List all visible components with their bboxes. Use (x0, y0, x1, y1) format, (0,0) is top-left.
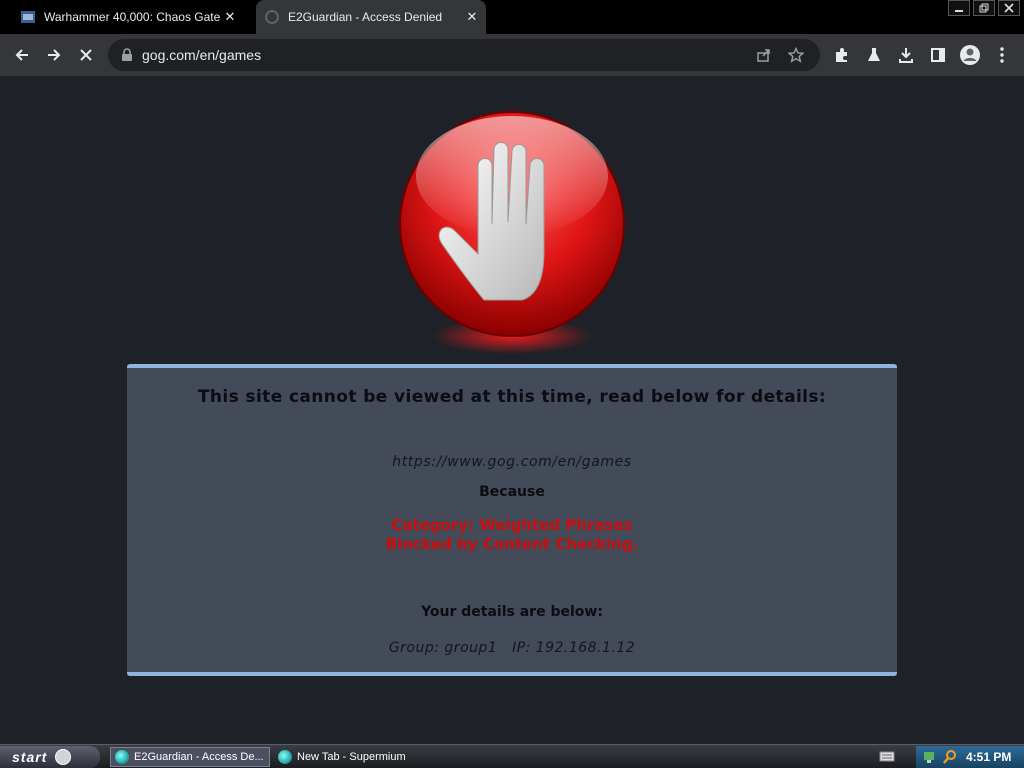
block-reason: Blocked by Content Checking. (385, 535, 639, 553)
keyboard-icon[interactable] (879, 748, 895, 764)
blocked-url: https://www.gog.com/en/games (392, 454, 632, 470)
start-orb-icon (55, 749, 72, 765)
lock-icon[interactable] (120, 48, 134, 62)
download-icon[interactable] (890, 39, 922, 71)
taskbar-item-label: New Tab - Supermium (297, 751, 406, 763)
tab-title: E2Guardian - Access Denied (288, 10, 443, 24)
game-favicon-icon (21, 11, 35, 23)
taskbar-item-new-tab[interactable]: New Tab - Supermium (274, 747, 434, 767)
ip-label: IP: (512, 640, 531, 656)
network-icon[interactable] (922, 749, 938, 765)
stop-hand-icon (399, 111, 625, 354)
stop-loading-icon[interactable] (70, 39, 102, 71)
start-button[interactable]: start (0, 746, 100, 768)
system-tray: 4:51 PM (916, 746, 1024, 768)
user-details: Group: group1 IP: 192.168.1.12 (127, 640, 897, 656)
taskbar-item-label: E2Guardian - Access De... (134, 751, 264, 763)
tab-warhammer[interactable]: Warhammer 40,000: Chaos Gate - D ✕ (12, 0, 244, 34)
browser-icon (278, 750, 292, 764)
back-arrow-icon[interactable] (6, 39, 38, 71)
loading-favicon-icon (265, 10, 279, 24)
side-panel-icon[interactable] (922, 39, 954, 71)
share-icon[interactable] (748, 39, 780, 71)
flask-icon[interactable] (858, 39, 890, 71)
group-label: Group: (388, 640, 440, 656)
group-value: group1 (444, 640, 498, 656)
block-category: Category: Weighted Phrases (391, 516, 633, 534)
profile-icon[interactable] (954, 39, 986, 71)
close-window-icon[interactable] (998, 0, 1020, 16)
star-icon[interactable] (780, 39, 812, 71)
tab-e2guardian[interactable]: E2Guardian - Access Denied ✕ (256, 0, 486, 34)
forward-arrow-icon[interactable] (38, 39, 70, 71)
access-denied-panel: This site cannot be viewed at this time,… (127, 364, 897, 676)
search-icon[interactable] (942, 749, 958, 765)
tab-close-icon[interactable]: ✕ (464, 9, 480, 25)
tab-title: Warhammer 40,000: Chaos Gate - D (44, 10, 222, 24)
puzzle-icon[interactable] (826, 39, 858, 71)
restore-icon[interactable] (973, 0, 995, 16)
because-label: Because (479, 484, 545, 500)
address-bar[interactable]: gog.com/en/games (108, 39, 820, 71)
taskbar-item-e2guardian[interactable]: E2Guardian - Access De... (110, 747, 270, 767)
page-title: This site cannot be viewed at this time,… (197, 387, 827, 407)
tab-strip: Warhammer 40,000: Chaos Gate - D ✕ E2Gua… (0, 0, 1024, 34)
browser-icon (115, 750, 129, 764)
clock: 4:51 PM (966, 750, 1012, 764)
kebab-menu-icon[interactable] (986, 39, 1018, 71)
url-text[interactable]: gog.com/en/games (142, 47, 261, 63)
window-controls (945, 0, 1020, 18)
minimize-icon[interactable] (948, 0, 970, 16)
taskbar: start E2Guardian - Access De... New Tab … (0, 744, 1024, 768)
details-heading: Your details are below: (421, 604, 603, 620)
page-content: This site cannot be viewed at this time,… (0, 76, 1024, 744)
start-label: start (12, 749, 48, 765)
ip-value: 192.168.1.12 (535, 640, 636, 656)
tab-close-icon[interactable]: ✕ (222, 9, 238, 25)
